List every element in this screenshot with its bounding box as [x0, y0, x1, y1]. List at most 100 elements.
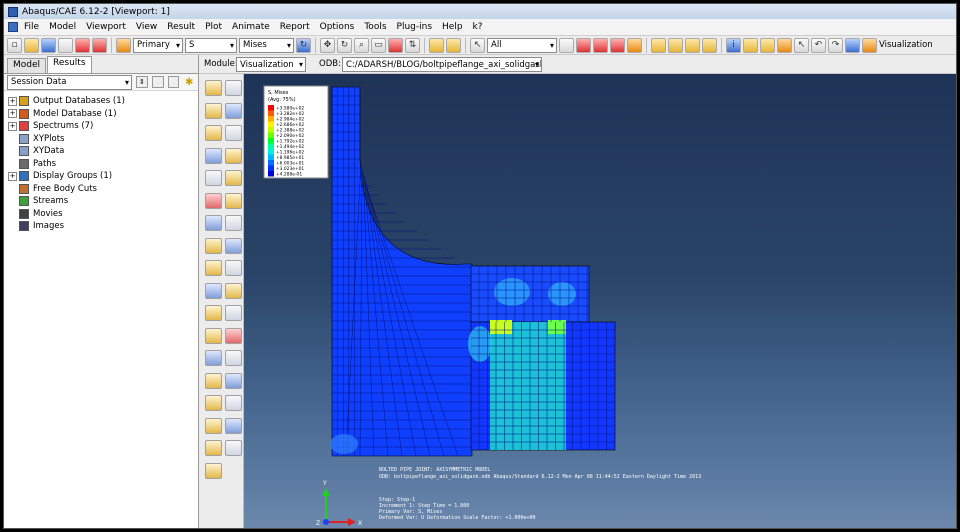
- stack-icon[interactable]: [429, 37, 444, 53]
- box-zoom-icon[interactable]: ▭: [371, 37, 386, 53]
- palette-tool-icon[interactable]: [225, 440, 242, 456]
- visualization-icon[interactable]: [862, 37, 877, 53]
- cycle-views-icon[interactable]: ⇅: [405, 37, 420, 53]
- front-view-icon[interactable]: [668, 37, 683, 53]
- palette-tool-icon[interactable]: [205, 327, 222, 344]
- copy-icon[interactable]: [167, 76, 180, 88]
- odb-select[interactable]: C:/ADARSH/BLOG/boltpipeflange_axi_solidg…: [342, 57, 542, 72]
- menu-plugins[interactable]: Plug-ins: [397, 22, 433, 32]
- menu-help[interactable]: Help: [442, 22, 463, 32]
- tree-node[interactable]: + Model Database (1): [8, 108, 198, 121]
- palette-tool-icon[interactable]: [205, 372, 222, 389]
- hidden-line-icon[interactable]: [760, 37, 775, 53]
- pan-icon[interactable]: ✥: [320, 37, 335, 53]
- import-icon[interactable]: [75, 37, 90, 53]
- magnify-icon[interactable]: ⌕: [354, 37, 369, 53]
- shaded-icon[interactable]: [777, 37, 792, 53]
- tree-node[interactable]: Images: [8, 220, 198, 233]
- palette-tool-icon[interactable]: [205, 125, 222, 141]
- selection-filter-select[interactable]: All: [487, 37, 557, 53]
- expand-icon[interactable]: +: [8, 96, 17, 106]
- palette-tool-icon[interactable]: [225, 237, 242, 254]
- palette-tool-icon[interactable]: [205, 305, 222, 321]
- palette-tool-icon[interactable]: [225, 372, 242, 389]
- select-arrow-icon[interactable]: ↖: [470, 37, 485, 53]
- menu-plot[interactable]: Plot: [205, 22, 222, 32]
- print-icon[interactable]: [58, 37, 73, 53]
- palette-tool-icon[interactable]: [225, 170, 242, 186]
- palette-tool-icon[interactable]: [225, 350, 242, 366]
- palette-tool-icon[interactable]: [225, 80, 242, 96]
- export-icon[interactable]: [92, 37, 107, 53]
- context-help-icon[interactable]: k?: [473, 22, 483, 32]
- query-icon[interactable]: ↖: [794, 37, 809, 53]
- palette-tool-icon[interactable]: [225, 192, 242, 209]
- output-type-select[interactable]: Primary: [133, 37, 183, 53]
- lightbulb-icon[interactable]: ✱: [183, 76, 195, 88]
- tree-node[interactable]: + Output Databases (1): [8, 95, 198, 108]
- palette-tool-icon[interactable]: [225, 282, 242, 299]
- side-view-icon[interactable]: [702, 37, 717, 53]
- rotate-icon[interactable]: ↻: [337, 37, 352, 53]
- open-file-icon[interactable]: [24, 37, 39, 53]
- menu-tools[interactable]: Tools: [364, 22, 386, 32]
- tree-node[interactable]: XYPlots: [8, 133, 198, 146]
- palette-tool-icon[interactable]: [205, 215, 222, 231]
- tree-node[interactable]: XYData: [8, 145, 198, 158]
- drag-select-icon[interactable]: [576, 37, 591, 53]
- tree-node[interactable]: + Display Groups (1): [8, 170, 198, 183]
- palette-tool-icon[interactable]: [225, 215, 242, 231]
- palette-tool-icon[interactable]: [205, 395, 222, 411]
- filter-icon[interactable]: ⇕: [136, 76, 148, 88]
- tree-node[interactable]: Streams: [8, 195, 198, 208]
- menu-result[interactable]: Result: [167, 22, 195, 32]
- palette-tool-icon[interactable]: [205, 147, 222, 164]
- palette-tool-icon[interactable]: [225, 327, 242, 344]
- expand-icon[interactable]: +: [8, 171, 17, 181]
- tab-results[interactable]: Results: [47, 56, 92, 73]
- viewport-layout-icon[interactable]: [845, 37, 860, 53]
- tree-node[interactable]: Free Body Cuts: [8, 183, 198, 196]
- palette-tool-icon[interactable]: [225, 417, 242, 434]
- menu-view[interactable]: View: [136, 22, 157, 32]
- palette-tool-icon[interactable]: [205, 282, 222, 299]
- undo-icon[interactable]: ↶: [811, 37, 826, 53]
- palette-tool-icon[interactable]: [205, 350, 222, 366]
- palette-tool-icon[interactable]: [225, 260, 242, 276]
- palette-tool-icon[interactable]: [225, 305, 242, 321]
- palette-tool-icon[interactable]: [205, 260, 222, 276]
- redo-icon[interactable]: ↷: [828, 37, 843, 53]
- viewport[interactable]: S, Mises (Avg: 75%) +3.580e+02 +3.282e+02…: [244, 74, 956, 528]
- tree-node[interactable]: Paths: [8, 158, 198, 171]
- tab-model[interactable]: Model: [7, 58, 47, 73]
- field-output-icon[interactable]: [116, 37, 131, 53]
- palette-tool-icon[interactable]: [205, 170, 222, 186]
- iso-view-icon[interactable]: [651, 37, 666, 53]
- section-icon[interactable]: [446, 37, 461, 53]
- tree-node[interactable]: Movies: [8, 208, 198, 221]
- expand-icon[interactable]: +: [8, 121, 17, 131]
- palette-tool-icon[interactable]: [205, 417, 222, 434]
- viewport-menu-icon[interactable]: [8, 22, 18, 32]
- palette-tool-icon[interactable]: [225, 147, 242, 164]
- render-mode-icon[interactable]: [743, 37, 758, 53]
- palette-tool-icon[interactable]: [205, 462, 222, 479]
- session-data-select[interactable]: Session Data: [7, 74, 132, 90]
- menu-file[interactable]: File: [24, 22, 39, 32]
- module-select[interactable]: Visualization: [236, 57, 306, 72]
- palette-tool-icon[interactable]: [225, 102, 242, 119]
- new-file-icon[interactable]: ▫: [7, 37, 22, 53]
- palette-tool-icon[interactable]: [205, 440, 222, 456]
- palette-tool-icon[interactable]: [205, 237, 222, 254]
- palette-tool-icon[interactable]: [205, 192, 222, 209]
- selection-options-icon[interactable]: [559, 37, 574, 53]
- menu-viewport[interactable]: Viewport: [86, 22, 126, 32]
- info-icon[interactable]: i: [726, 37, 741, 53]
- menu-options[interactable]: Options: [320, 22, 355, 32]
- palette-tool-icon[interactable]: [205, 102, 222, 119]
- menu-model[interactable]: Model: [49, 22, 76, 32]
- remove-selected-icon[interactable]: [610, 37, 625, 53]
- invariant-select[interactable]: Mises: [239, 37, 294, 53]
- top-view-icon[interactable]: [685, 37, 700, 53]
- palette-tool-icon[interactable]: [205, 80, 222, 96]
